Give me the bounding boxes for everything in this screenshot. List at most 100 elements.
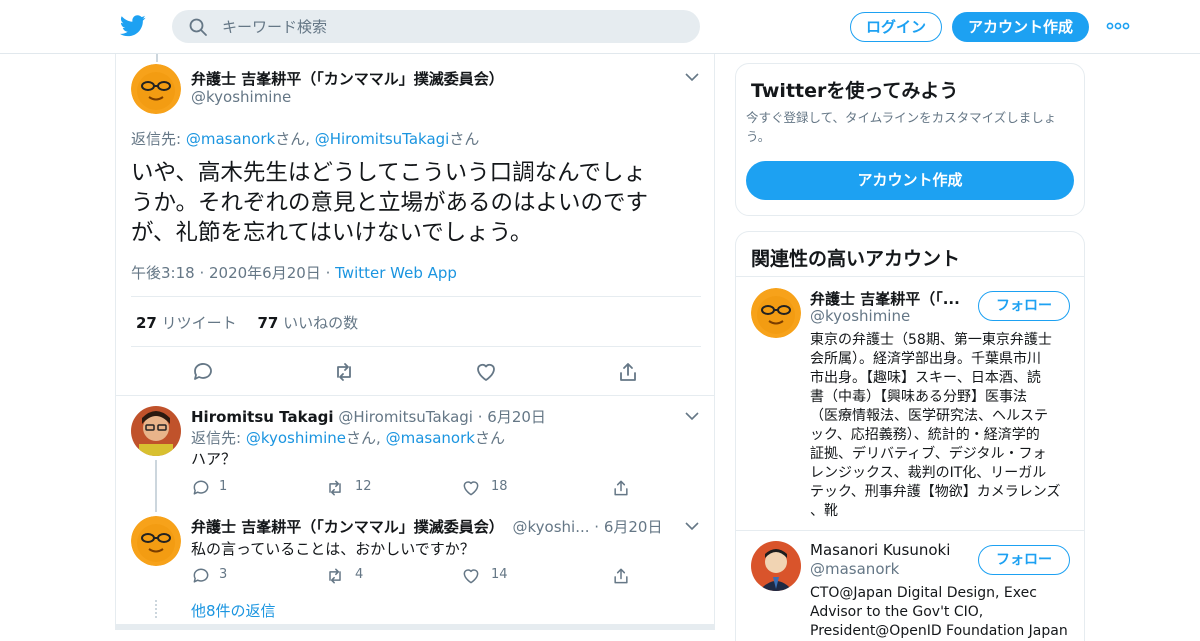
follow-button[interactable]: フォロー: [978, 545, 1070, 575]
like-icon[interactable]: [474, 360, 498, 384]
top-bar: ログイン アカウント作成: [0, 0, 1200, 54]
signup-card: Twitterを使ってみよう 今すぐ登録して、タイムラインをカスタマイズしましょ…: [735, 63, 1085, 216]
signup-card-title: Twitterを使ってみよう: [751, 80, 959, 102]
divider: [131, 296, 701, 297]
reply-actions: 1 12 18: [191, 478, 641, 498]
account-handle[interactable]: @kyoshimine: [810, 307, 910, 325]
like-count: 18: [491, 479, 508, 494]
avatar[interactable]: [131, 64, 181, 114]
reply-header: Hiromitsu Takagi @HiromitsuTakagi · 6月20…: [191, 408, 546, 426]
signup-card-description: 今すぐ登録して、タイムラインをカスタマイズしましょ う。: [746, 108, 1076, 146]
share-icon[interactable]: [611, 478, 631, 498]
chevron-down-icon[interactable]: [685, 72, 699, 82]
reply-author-name[interactable]: Hiromitsu Takagi: [191, 408, 334, 426]
bio-line: 証拠、デリバティブ、デジタル・フォ: [810, 446, 1047, 462]
reply-mention-masanork[interactable]: @masanork: [386, 429, 475, 447]
follow-button[interactable]: フォロー: [978, 291, 1070, 321]
tweet-time[interactable]: 午後3:18: [131, 264, 195, 282]
tweet-thread: 弁護士 吉峯耕平（「カンママル」撲滅委員会） @kyoshimine 返信先: …: [115, 54, 715, 630]
section-divider: [116, 624, 714, 630]
twitter-logo-icon[interactable]: [120, 14, 146, 38]
tweet-text-line: うか。それぞれの意見と立場があるのはよいのです: [131, 190, 649, 216]
avatar[interactable]: [131, 516, 181, 566]
related-accounts-card: 関連性の高いアカウント 弁護士 吉峯耕平（「... @kyoshimine フォ…: [735, 231, 1085, 641]
retweet-icon[interactable]: [332, 360, 356, 384]
account-handle[interactable]: @masanork: [810, 560, 899, 578]
divider: [131, 346, 701, 347]
bio-line: ック、応招義務）、統計的・経済学的: [810, 427, 1040, 443]
bio-line: 会所属）。経済学部出身。千葉県市川: [810, 351, 1041, 367]
divider: [736, 530, 1084, 531]
bio-line: 市出身。【趣味】スキー、日本酒、読: [810, 370, 1041, 386]
chevron-down-icon[interactable]: [685, 411, 699, 421]
account-bio: 東京の弁護士（58期、第一東京弁護士 会所属）。経済学部出身。千葉県市川 市出身…: [810, 331, 1072, 521]
like-count: 14: [491, 567, 508, 582]
retweet-label: リツイート: [161, 314, 237, 332]
orange-avatar-icon: [131, 516, 181, 566]
search-icon: [189, 18, 207, 36]
orange-avatar-icon: [751, 288, 801, 338]
reply-count: 1: [219, 479, 228, 494]
bio-line: 、靴: [810, 503, 838, 519]
account-name[interactable]: 弁護士 吉峯耕平（「...: [810, 288, 960, 309]
reply-date[interactable]: 6月20日: [604, 518, 663, 536]
login-button[interactable]: ログイン: [850, 12, 942, 42]
retweet-count: 4: [355, 567, 364, 582]
reply-author-handle[interactable]: @HiromitsuTakagi: [338, 408, 473, 426]
bio-line: President@OpenID Foundation Japan: [810, 623, 1068, 639]
reply-prefix: 返信先:: [191, 429, 246, 447]
reply-author-handle[interactable]: @kyoshi...: [513, 518, 590, 536]
share-icon[interactable]: [611, 566, 631, 586]
reply-mention-hiromitsutakagi[interactable]: @HiromitsuTakagi: [315, 130, 450, 148]
more-options-icon[interactable]: [1106, 22, 1130, 30]
like-icon[interactable]: [461, 478, 481, 498]
reply-author-name[interactable]: 弁護士 吉峯耕平（「カンママル」撲滅委員会）: [191, 518, 504, 536]
tweet-author-name[interactable]: 弁護士 吉峯耕平（「カンママル」撲滅委員会）: [191, 68, 504, 89]
reply-actions: 3 4 14: [191, 566, 641, 586]
reply-icon[interactable]: [191, 566, 211, 586]
reply-sep: さん: [449, 130, 480, 148]
signup-button[interactable]: アカウント作成: [952, 12, 1089, 42]
tweet-source[interactable]: Twitter Web App: [335, 264, 457, 282]
like-stat[interactable]: 77 いいねの数: [257, 314, 358, 332]
account-name[interactable]: Masanori Kusunoki: [810, 541, 950, 559]
signup-desc-line: う。: [746, 129, 771, 144]
bio-line: CTO@Japan Digital Design, Exec: [810, 585, 1037, 601]
like-label: いいねの数: [283, 314, 359, 332]
related-title: 関連性の高いアカウント: [751, 248, 961, 270]
tweet-author-handle[interactable]: @kyoshimine: [191, 88, 291, 106]
reply-prefix: 返信先:: [131, 130, 186, 148]
avatar[interactable]: [751, 541, 801, 591]
reply-icon[interactable]: [191, 478, 211, 498]
search-input[interactable]: [222, 16, 682, 37]
reply-text: ハア？: [191, 450, 237, 468]
reply-count: 3: [219, 567, 228, 582]
thread-dots: [155, 600, 157, 618]
tweet-date[interactable]: 2020年6月20日: [209, 264, 321, 282]
reply-mention-kyoshimine[interactable]: @kyoshimine: [246, 429, 346, 447]
reply-date[interactable]: 6月20日: [487, 408, 546, 426]
person-avatar-icon: [751, 541, 801, 591]
retweet-icon[interactable]: [325, 566, 345, 586]
avatar[interactable]: [131, 406, 181, 456]
bio-line: テック、刑事弁護【物欲】カメラレンズ: [810, 484, 1061, 500]
more-replies-link[interactable]: 他8件の返信: [191, 600, 276, 621]
retweet-icon[interactable]: [325, 478, 345, 498]
bio-line: Advisor to the Gov't CIO,: [810, 604, 984, 620]
divider: [116, 395, 714, 396]
signup-card-button[interactable]: アカウント作成: [746, 161, 1074, 200]
person-avatar-icon: [131, 406, 181, 456]
reply-mention-masanork[interactable]: @masanork: [186, 130, 275, 148]
search-bar[interactable]: [172, 10, 700, 43]
thread-connector: [155, 460, 157, 512]
reply-to-line: 返信先: @masanorkさん, @HiromitsuTakagiさん: [131, 128, 479, 149]
reply-icon[interactable]: [191, 360, 215, 384]
like-icon[interactable]: [461, 566, 481, 586]
account-bio: CTO@Japan Digital Design, Exec Advisor t…: [810, 584, 1072, 641]
share-icon[interactable]: [616, 360, 640, 384]
avatar[interactable]: [751, 288, 801, 338]
tweet-metadata: 午後3:18 · 2020年6月20日 · Twitter Web App: [131, 264, 457, 282]
tweet-text-line: が、礼節を忘れてはいけないでしょう。: [131, 220, 533, 246]
chevron-down-icon[interactable]: [685, 521, 699, 531]
retweet-stat[interactable]: 27 リツイート: [136, 314, 237, 332]
